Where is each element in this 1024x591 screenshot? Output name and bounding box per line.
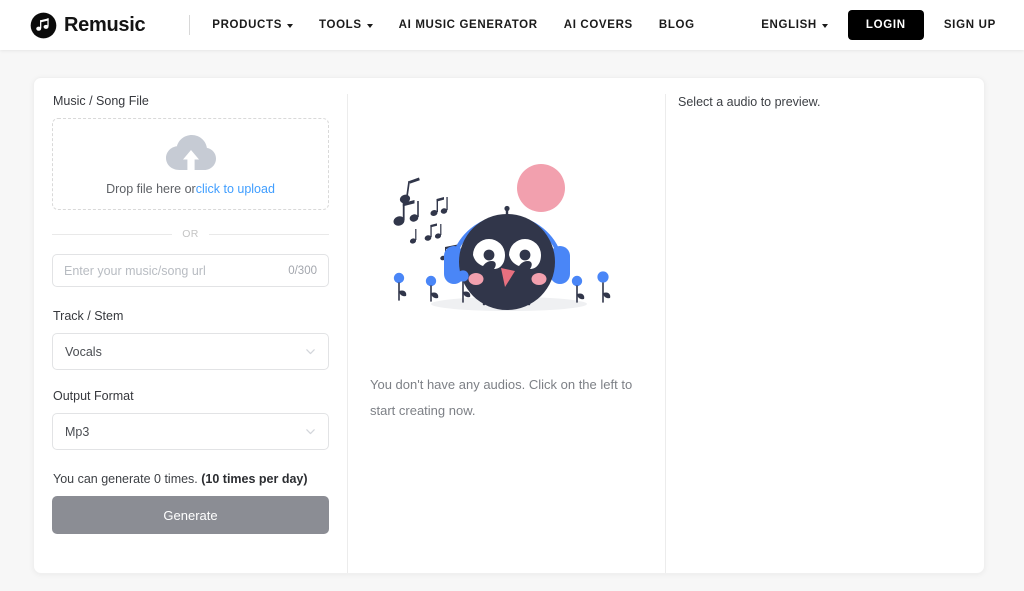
or-line-right [209,234,329,235]
bird-pupil-right [519,250,530,261]
cloud-upload-icon [165,132,217,174]
file-dropzone[interactable]: Drop file here orclick to upload [52,118,329,210]
url-char-counter: 0/300 [282,265,317,277]
nav-item-ai-music-generator[interactable]: AI MUSIC GENERATOR [399,19,538,31]
upload-form-panel: Music / Song File Drop file here orclick… [34,94,348,573]
bird-pupil-left [483,250,494,261]
nav-label: AI COVERS [564,19,633,31]
chevron-down-icon [367,24,373,28]
dropzone-hint: Drop file here or [106,182,196,196]
or-label: OR [182,228,199,240]
music-url-input-wrapper[interactable]: 0/300 [52,254,329,287]
empty-state-text: You don't have any audios. Click on the … [366,372,647,424]
language-label: ENGLISH [761,19,817,31]
audio-list-panel: You don't have any audios. Click on the … [348,94,666,573]
flowers-right [571,271,609,302]
pink-circle-decoration [517,164,565,212]
nav-item-products[interactable]: PRODUCTS [212,19,293,31]
quota-prefix: You can generate 0 times. [53,472,201,486]
quota-limit: (10 times per day) [201,472,307,486]
spacer [52,370,329,389]
bird-body [459,214,555,310]
main-navigation: PRODUCTS TOOLS AI MUSIC GENERATOR AI COV… [212,19,694,31]
music-url-input[interactable] [64,264,282,278]
output-format-select[interactable]: Mp3 [52,413,329,450]
spacer [52,450,329,472]
dropzone-text: Drop file here orclick to upload [106,182,275,196]
track-stem-select[interactable]: Vocals [52,333,329,370]
chevron-down-icon [305,426,316,437]
nav-label: TOOLS [319,19,362,31]
generation-quota-text: You can generate 0 times. (10 times per … [53,472,329,486]
preview-panel: Select a audio to preview. [666,94,984,573]
brand-logo-link[interactable]: Remusic [30,12,145,39]
click-to-upload-link[interactable]: click to upload [196,182,275,196]
flowers-left [393,270,469,302]
brand-name: Remusic [64,14,145,37]
bird-antenna-tip [504,206,509,211]
chevron-down-icon [305,346,316,357]
chevron-down-icon [287,24,293,28]
site-header: Remusic PRODUCTS TOOLS AI MUSIC GENERATO… [0,0,1024,50]
page-body: Music / Song File Drop file here orclick… [0,50,1024,574]
bird-cheek-left [468,273,483,285]
music-note-circle-logo-icon [30,12,57,39]
bird-with-headphones-illustration [381,150,633,362]
or-line-left [52,234,172,235]
header-divider [189,15,190,35]
nav-item-ai-covers[interactable]: AI COVERS [564,19,633,31]
or-separator: OR [52,228,329,240]
preview-placeholder-text: Select a audio to preview. [678,95,964,109]
nav-item-tools[interactable]: TOOLS [319,19,373,31]
login-button[interactable]: LOGIN [848,10,924,40]
language-selector[interactable]: ENGLISH [761,19,828,31]
nav-label: AI MUSIC GENERATOR [399,19,538,31]
generate-button[interactable]: Generate [52,496,329,534]
workspace-card: Music / Song File Drop file here orclick… [33,77,985,574]
signup-button[interactable]: SIGN UP [944,19,996,31]
nav-label: BLOG [659,19,695,31]
output-format-label: Output Format [53,389,329,403]
bird-cheek-right [531,273,546,285]
header-actions: ENGLISH LOGIN SIGN UP [761,10,996,40]
chevron-down-icon [822,24,828,28]
nav-label: PRODUCTS [212,19,282,31]
track-stem-label: Track / Stem [53,309,329,323]
nav-item-blog[interactable]: BLOG [659,19,695,31]
track-stem-value: Vocals [65,345,102,359]
music-file-label: Music / Song File [53,94,329,108]
output-format-value: Mp3 [65,425,89,439]
spacer [52,287,329,309]
